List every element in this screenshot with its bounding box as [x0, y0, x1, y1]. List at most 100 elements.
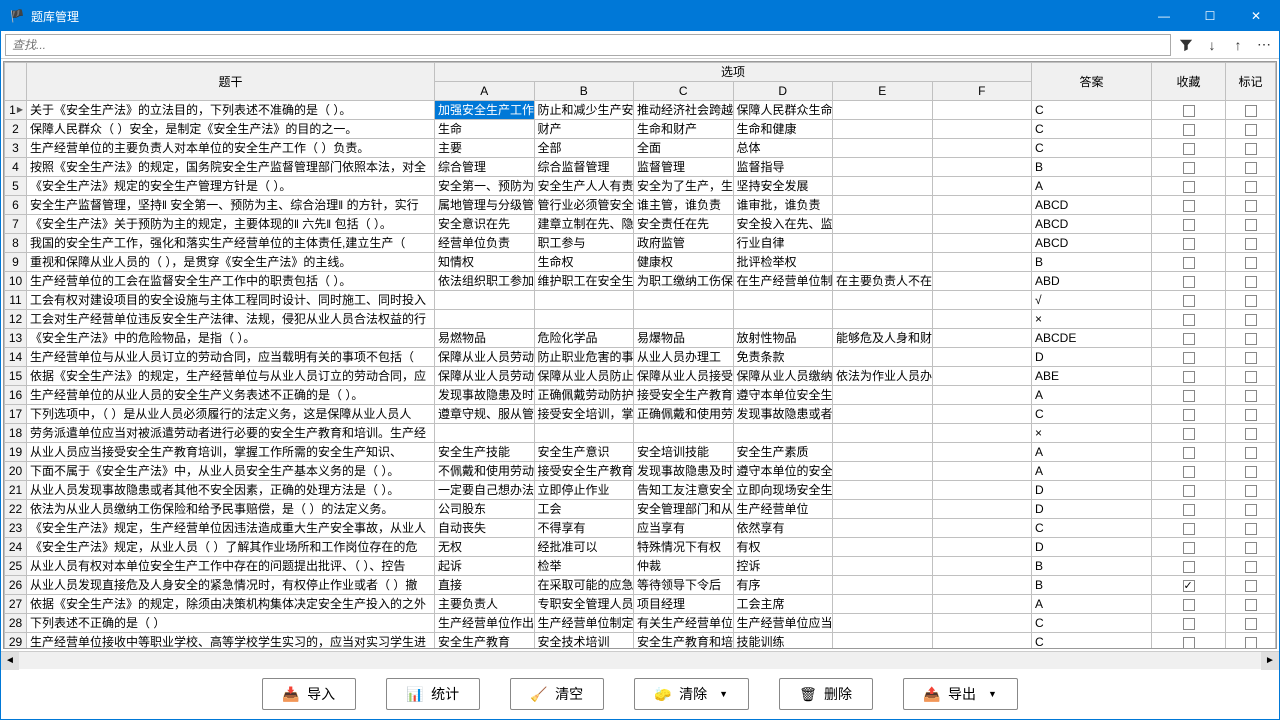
answer-cell[interactable]: A — [1032, 443, 1152, 462]
opt-f-cell[interactable] — [932, 215, 1032, 234]
opt-d-cell[interactable]: 监督指导 — [733, 158, 833, 177]
opt-a-cell[interactable]: 综合管理 — [435, 158, 535, 177]
table-row[interactable]: 20下面不属于《安全生产法》中，从业人员安全生产基本义务的是（ ）。不佩戴和使用… — [5, 462, 1276, 481]
opt-a-cell[interactable]: 无权 — [435, 538, 535, 557]
opt-f-cell[interactable] — [932, 177, 1032, 196]
mark-header[interactable]: 标记 — [1226, 63, 1276, 101]
favorite-cell[interactable] — [1152, 519, 1226, 538]
favorite-cell[interactable] — [1152, 595, 1226, 614]
favorite-cell[interactable] — [1152, 253, 1226, 272]
opt-a-cell[interactable]: 生命 — [435, 120, 535, 139]
more-icon[interactable]: ⋯ — [1253, 34, 1275, 56]
mark-checkbox[interactable] — [1245, 390, 1257, 402]
opt-f-cell[interactable] — [932, 348, 1032, 367]
mark-cell[interactable] — [1226, 234, 1276, 253]
opt-a-cell[interactable]: 起诉 — [435, 557, 535, 576]
opt-b-cell[interactable]: 防止和减少生产安 — [534, 101, 634, 120]
table-row[interactable]: 4按照《安全生产法》的规定，国务院安全生产监督管理部门依照本法，对全综合管理综合… — [5, 158, 1276, 177]
answer-cell[interactable]: A — [1032, 386, 1152, 405]
answer-cell[interactable]: ABD — [1032, 272, 1152, 291]
mark-checkbox[interactable] — [1245, 637, 1257, 649]
opt-f-cell[interactable] — [932, 253, 1032, 272]
opt-a-cell[interactable]: 主要负责人 — [435, 595, 535, 614]
opt-b-cell[interactable]: 接受安全培训，掌 — [534, 405, 634, 424]
opt-c-cell[interactable]: 安全管理部门和从 — [634, 500, 734, 519]
opt-d-header[interactable]: D — [733, 82, 833, 101]
mark-checkbox[interactable] — [1245, 181, 1257, 193]
mark-checkbox[interactable] — [1245, 124, 1257, 136]
opt-b-cell[interactable]: 安全技术培训 — [534, 633, 634, 650]
opt-c-cell[interactable]: 政府监管 — [634, 234, 734, 253]
answer-cell[interactable]: D — [1032, 538, 1152, 557]
export-button[interactable]: 📤导出▼ — [903, 678, 1018, 710]
options-header[interactable]: 选项 — [435, 63, 1032, 82]
opt-b-cell[interactable]: 管行业必须管安全 — [534, 196, 634, 215]
opt-f-cell[interactable] — [932, 101, 1032, 120]
question-cell[interactable]: 从业人员发现直接危及人身安全的紧急情况时，有权停止作业或者（ ）撤 — [27, 576, 435, 595]
opt-a-cell[interactable]: 发现事故隐患及时 — [435, 386, 535, 405]
opt-f-cell[interactable] — [932, 386, 1032, 405]
opt-c-cell[interactable]: 项目经理 — [634, 595, 734, 614]
opt-e-cell[interactable] — [833, 424, 933, 443]
opt-c-cell[interactable]: 安全生产教育和培 — [634, 633, 734, 650]
favorite-checkbox[interactable] — [1183, 105, 1195, 117]
opt-c-cell[interactable]: 为职工缴纳工伤保 — [634, 272, 734, 291]
row-number[interactable]: 1▶ — [5, 101, 27, 120]
favorite-cell[interactable] — [1152, 500, 1226, 519]
opt-d-cell[interactable]: 保障从业人员缴纳 — [733, 367, 833, 386]
table-row[interactable]: 14生产经营单位与从业人员订立的劳动合同，应当载明有关的事项不包括（保障从业人员… — [5, 348, 1276, 367]
opt-c-cell[interactable]: 等待领导下令后 — [634, 576, 734, 595]
mark-cell[interactable] — [1226, 177, 1276, 196]
row-number[interactable]: 15 — [5, 367, 27, 386]
favorite-checkbox[interactable] — [1183, 143, 1195, 155]
opt-b-cell[interactable]: 综合监督管理 — [534, 158, 634, 177]
opt-e-cell[interactable] — [833, 253, 933, 272]
opt-d-cell[interactable] — [733, 291, 833, 310]
answer-cell[interactable]: D — [1032, 348, 1152, 367]
question-cell[interactable]: 劳务派遣单位应当对被派遣劳动者进行必要的安全生产教育和培训。生产经 — [27, 424, 435, 443]
opt-e-cell[interactable] — [833, 101, 933, 120]
favorite-cell[interactable] — [1152, 538, 1226, 557]
row-number[interactable]: 22 — [5, 500, 27, 519]
opt-e-cell[interactable] — [833, 443, 933, 462]
opt-b-cell[interactable]: 生产经营单位制定 — [534, 614, 634, 633]
favorite-cell[interactable] — [1152, 557, 1226, 576]
opt-f-cell[interactable] — [932, 424, 1032, 443]
mark-cell[interactable] — [1226, 158, 1276, 177]
mark-cell[interactable] — [1226, 538, 1276, 557]
opt-c-cell[interactable]: 告知工友注意安全 — [634, 481, 734, 500]
opt-a-cell[interactable]: 一定要自己想办法 — [435, 481, 535, 500]
favorite-cell[interactable] — [1152, 348, 1226, 367]
favorite-checkbox[interactable] — [1183, 390, 1195, 402]
opt-e-cell[interactable] — [833, 557, 933, 576]
favorite-checkbox[interactable] — [1183, 466, 1195, 478]
opt-c-cell[interactable]: 保障从业人员接受 — [634, 367, 734, 386]
table-row[interactable]: 29生产经营单位接收中等职业学校、高等学校学生实习的，应当对实习学生进安全生产教… — [5, 633, 1276, 650]
favorite-checkbox[interactable] — [1183, 599, 1195, 611]
question-cell[interactable]: 我国的安全生产工作，强化和落实生产经营单位的主体责任,建立生产（ — [27, 234, 435, 253]
favorite-checkbox[interactable] — [1183, 561, 1195, 573]
opt-d-cell[interactable]: 依然享有 — [733, 519, 833, 538]
question-cell[interactable]: 下列选项中，（ ）是从业人员必须履行的法定义务，这是保障从业人员人 — [27, 405, 435, 424]
mark-cell[interactable] — [1226, 424, 1276, 443]
answer-cell[interactable]: D — [1032, 500, 1152, 519]
mark-checkbox[interactable] — [1245, 618, 1257, 630]
mark-cell[interactable] — [1226, 253, 1276, 272]
opt-f-cell[interactable] — [932, 272, 1032, 291]
table-row[interactable]: 18劳务派遣单位应当对被派遣劳动者进行必要的安全生产教育和培训。生产经× — [5, 424, 1276, 443]
table-row[interactable]: 23《安全生产法》规定，生产经营单位因违法造成重大生产安全事故，从业人自动丧失不… — [5, 519, 1276, 538]
mark-cell[interactable] — [1226, 120, 1276, 139]
opt-d-cell[interactable]: 工会主席 — [733, 595, 833, 614]
table-row[interactable]: 5《安全生产法》规定的安全生产管理方针是（ ）。安全第一、预防为安全生产人人有责… — [5, 177, 1276, 196]
opt-a-cell[interactable]: 主要 — [435, 139, 535, 158]
row-number[interactable]: 27 — [5, 595, 27, 614]
row-number[interactable]: 3 — [5, 139, 27, 158]
table-row[interactable]: 17下列选项中，（ ）是从业人员必须履行的法定义务，这是保障从业人员人遵章守规、… — [5, 405, 1276, 424]
favorite-cell[interactable] — [1152, 367, 1226, 386]
filter-icon[interactable] — [1175, 34, 1197, 56]
opt-d-cell[interactable]: 遵守本单位的安全 — [733, 462, 833, 481]
opt-c-cell[interactable]: 发现事故隐患及时 — [634, 462, 734, 481]
favorite-checkbox[interactable] — [1183, 219, 1195, 231]
opt-d-cell[interactable]: 批评检举权 — [733, 253, 833, 272]
opt-a-cell[interactable]: 自动丧失 — [435, 519, 535, 538]
